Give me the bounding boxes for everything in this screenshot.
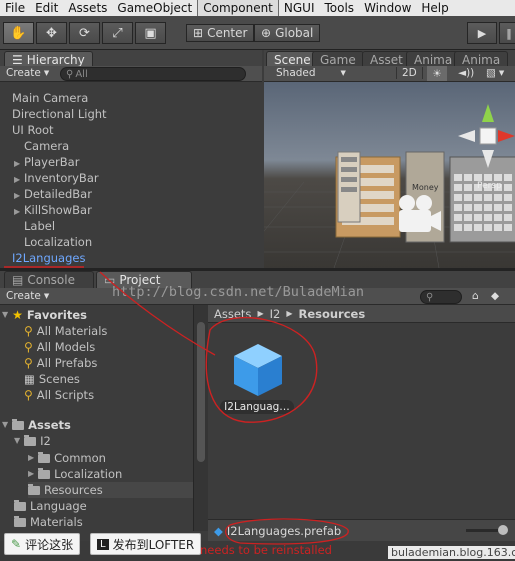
annotation-circle-status bbox=[225, 518, 349, 545]
annotation-arrow bbox=[99, 271, 216, 356]
red-annotations bbox=[4, 266, 349, 545]
annotation-circle-asset bbox=[205, 317, 318, 423]
unity-editor-window: File Edit Assets GameObject Component NGUI Too… bbox=[0, 0, 515, 561]
